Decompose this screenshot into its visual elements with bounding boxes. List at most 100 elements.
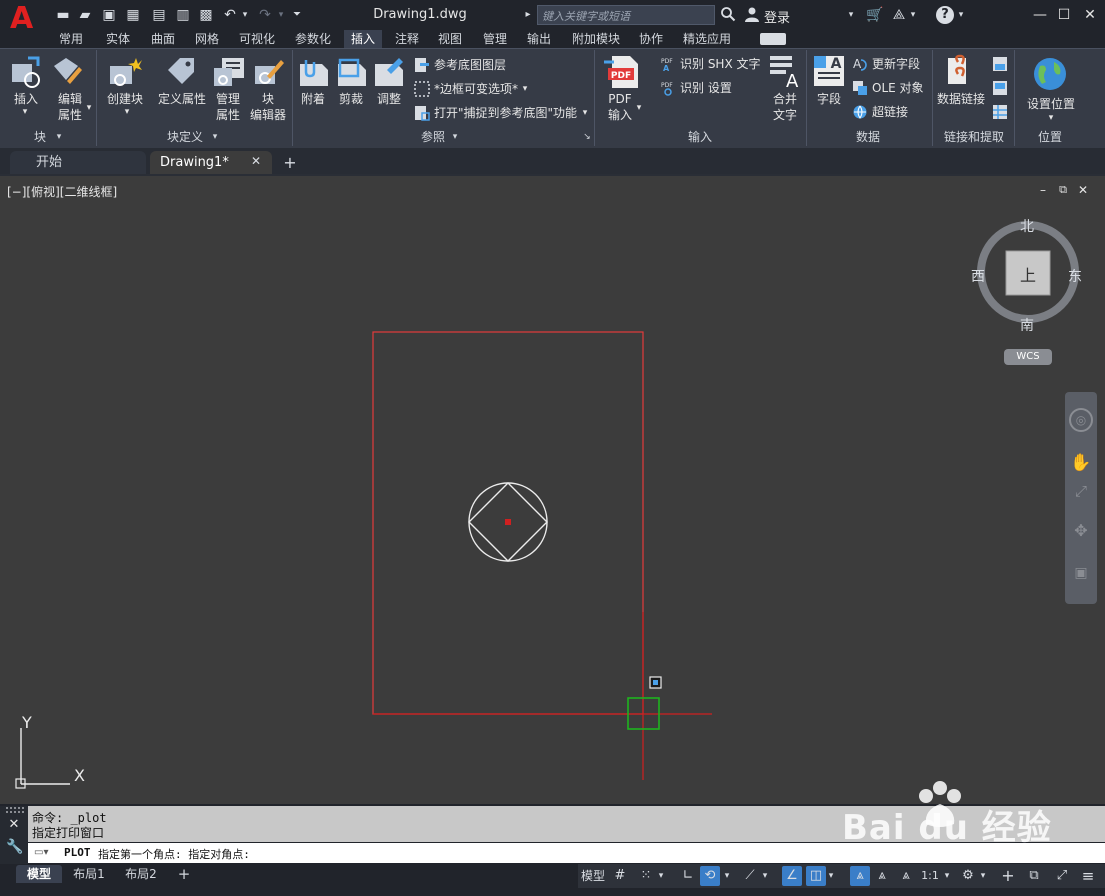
panel-block-definition-dropdown-icon[interactable]: ▾	[210, 129, 220, 146]
new-tab-button[interactable]: +	[280, 153, 300, 173]
ortho-icon[interactable]: ∟	[678, 866, 698, 886]
snap-underlay-dropdown-icon[interactable]: ▾	[580, 105, 590, 121]
annotation-scale-value[interactable]: 1:1	[918, 866, 942, 886]
combine-text-label-1[interactable]: 合并	[766, 91, 804, 107]
manage-attributes-icon[interactable]	[212, 56, 246, 88]
manage-attributes-label-2[interactable]: 属性	[210, 107, 246, 123]
plot-icon[interactable]: ▩	[197, 6, 215, 24]
pdf-import-icon[interactable]: PDF	[604, 54, 640, 90]
close-tab-icon[interactable]: ✕	[249, 154, 263, 168]
viewcube-east[interactable]: 东	[1068, 266, 1082, 286]
panel-block-definition-label[interactable]: 块定义	[160, 129, 210, 146]
pdf-import-dropdown-icon[interactable]: ▾	[634, 100, 644, 116]
redo-dropdown-icon[interactable]: ▾	[276, 6, 286, 24]
isolate-objects-icon[interactable]: ⧉	[1024, 866, 1044, 886]
block-editor-label-2[interactable]: 编辑器	[246, 107, 290, 123]
customize-qat-icon[interactable]: ⏷	[290, 6, 304, 24]
tab-addins[interactable]: 附加模块	[565, 30, 627, 48]
update-fields-icon[interactable]: A	[852, 56, 868, 72]
field-label[interactable]: 字段	[810, 91, 848, 107]
upload-link-icon[interactable]	[992, 80, 1008, 96]
edit-attr-dropdown-icon[interactable]: ▾	[84, 100, 94, 116]
panel-data-label[interactable]: 数据	[850, 129, 886, 146]
hyperlink-button[interactable]: 超链接	[872, 104, 922, 120]
tab-mesh[interactable]: 网格	[189, 30, 225, 48]
frames-variable-icon[interactable]	[414, 81, 430, 97]
create-block-dropdown-icon[interactable]: ▾	[120, 104, 134, 120]
data-link-icon[interactable]	[944, 54, 976, 88]
pdf-import-label-1[interactable]: PDF	[602, 91, 638, 107]
adjust-label[interactable]: 调整	[372, 91, 406, 107]
recognize-settings-icon[interactable]: PDF	[660, 80, 676, 96]
help-icon[interactable]: ?	[936, 6, 954, 24]
recognize-settings-button[interactable]: 识别 设置	[680, 80, 740, 96]
tab-manage[interactable]: 管理	[477, 30, 513, 48]
underlay-layers-icon[interactable]	[414, 57, 430, 73]
open-web-icon[interactable]: ▤	[150, 6, 168, 24]
reference-settings-icon[interactable]: ↘	[582, 129, 592, 146]
auto-scale-icon[interactable]: ⩓	[872, 866, 892, 886]
tab-insert[interactable]: 插入	[344, 30, 382, 48]
viewcube-south[interactable]: 南	[1020, 315, 1034, 335]
clean-screen-icon[interactable]: ⤢	[1052, 866, 1072, 886]
tab-featured-apps[interactable]: 精选应用	[676, 30, 738, 48]
extract-data-icon[interactable]	[992, 104, 1008, 120]
workspace-gear-icon[interactable]: ⚙	[958, 866, 978, 886]
tab-surface[interactable]: 曲面	[145, 30, 181, 48]
minimize-button[interactable]: —	[1028, 4, 1052, 26]
model-space-button[interactable]: 模型	[580, 866, 606, 886]
viewcube-north[interactable]: 北	[1020, 216, 1034, 236]
wcs-menu-button[interactable]: WCS	[1004, 349, 1052, 365]
recent-commands-icon[interactable]: ▭▾	[34, 847, 56, 859]
panel-linking-label[interactable]: 链接和提取	[938, 129, 1010, 146]
tab-home[interactable]: 常用	[54, 30, 88, 48]
customize-wrench-icon[interactable]: 🔧	[6, 839, 23, 855]
tab-model[interactable]: 模型	[16, 865, 62, 883]
panel-location-label[interactable]: 位置	[1032, 129, 1068, 146]
field-icon[interactable]: A	[812, 54, 846, 88]
object-snap-tracking-icon[interactable]: ∠	[782, 866, 802, 886]
new-icon[interactable]: ▬	[54, 6, 72, 24]
a360-dropdown-icon[interactable]: ▾	[908, 6, 918, 24]
pdf-import-label-2[interactable]: 输入	[602, 107, 638, 123]
tab-solid[interactable]: 实体	[100, 30, 136, 48]
combine-text-label-2[interactable]: 文字	[766, 107, 804, 123]
annotation-monitor-icon[interactable]: +	[998, 866, 1018, 886]
frames-variable-dropdown[interactable]: *边框可变选项*	[434, 81, 524, 97]
close-button[interactable]: ✕	[1078, 4, 1102, 26]
download-link-icon[interactable]	[992, 56, 1008, 72]
showmotion-icon[interactable]: ▣	[1069, 562, 1093, 584]
update-fields-button[interactable]: 更新字段	[872, 56, 932, 72]
polar-tracking-icon[interactable]: ⟲	[700, 866, 720, 886]
attach-label[interactable]: 附着	[296, 91, 330, 107]
grid-icon[interactable]: #	[610, 866, 630, 886]
login-dropdown-icon[interactable]: ▾	[846, 6, 856, 24]
set-location-dropdown-icon[interactable]: ▾	[1046, 110, 1056, 126]
edit-attribute-icon[interactable]	[52, 56, 84, 88]
login-button[interactable]: 登录	[764, 7, 790, 26]
panel-reference-dropdown-icon[interactable]: ▾	[450, 129, 460, 146]
snap-to-underlay-dropdown[interactable]: 打开"捕捉到参考底图"功能	[434, 105, 582, 121]
clip-label[interactable]: 剪裁	[334, 91, 368, 107]
search-icon[interactable]	[720, 6, 736, 22]
ole-object-button[interactable]: OLE 对象	[872, 80, 932, 96]
object-snap-icon[interactable]: ◫	[806, 866, 826, 886]
block-editor-icon[interactable]	[253, 56, 285, 88]
hyperlink-icon[interactable]	[852, 104, 868, 120]
insert-dropdown-icon[interactable]: ▾	[18, 104, 32, 120]
save-icon[interactable]: ▣	[100, 6, 118, 24]
annotation-visibility-icon[interactable]: ⩓	[850, 866, 870, 886]
adjust-icon[interactable]	[373, 56, 405, 88]
expand-search-icon[interactable]: ▸	[522, 6, 534, 24]
tab-visualize[interactable]: 可视化	[233, 30, 281, 48]
tab-layout2[interactable]: 布局2	[118, 865, 164, 883]
manage-attributes-label-1[interactable]: 管理	[210, 91, 246, 107]
tab-collaborate[interactable]: 协作	[634, 30, 668, 48]
start-tab[interactable]: 开始	[10, 151, 146, 174]
globe-icon[interactable]	[1032, 56, 1068, 92]
redo-icon[interactable]: ↷	[256, 6, 274, 24]
ribbon-minimize-button[interactable]	[760, 33, 786, 45]
clip-icon[interactable]	[336, 56, 368, 88]
viewcube-top-label[interactable]: 上	[1020, 262, 1036, 286]
workspace-dropdown-icon[interactable]: ▾	[978, 866, 988, 886]
